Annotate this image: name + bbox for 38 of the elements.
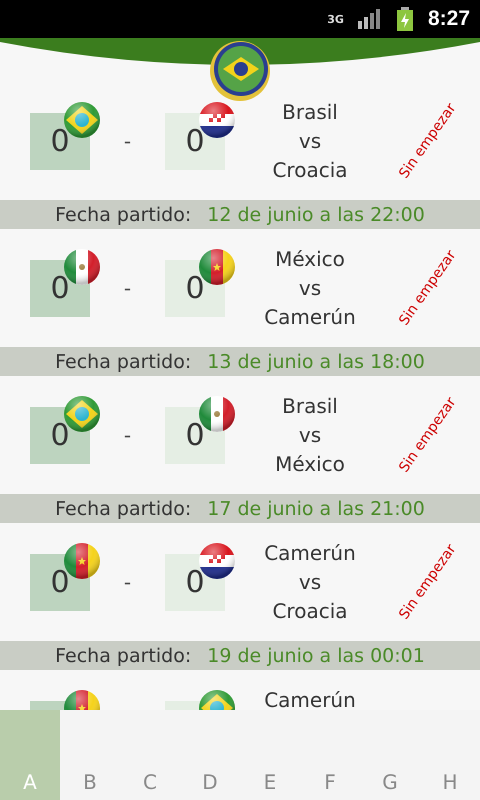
date-label: Fecha partido:: [55, 644, 192, 666]
score-separator: -: [122, 570, 132, 594]
battery-charging-icon: [396, 7, 414, 31]
score-separator: -: [122, 129, 132, 153]
group-tab[interactable]: F: [300, 710, 360, 800]
team-name: vs: [298, 568, 322, 596]
group-tab[interactable]: C: [120, 710, 180, 800]
group-tab[interactable]: G: [360, 710, 420, 800]
team-name: Camerún: [264, 686, 356, 710]
team-name: vs: [298, 274, 322, 302]
network-type: 3G: [327, 14, 344, 24]
team-name: Brasil: [282, 392, 338, 420]
team-name: vs: [298, 422, 322, 448]
match-date: 19 de junio a las 00:01: [207, 644, 425, 666]
team-name: Croacia: [272, 598, 348, 624]
team-name: Camerún: [264, 540, 356, 566]
group-tab[interactable]: D: [180, 710, 240, 800]
group-tab[interactable]: A: [0, 710, 60, 800]
signal-icon: [358, 9, 382, 29]
date-label: Fecha partido:: [55, 498, 192, 520]
team-name: México: [275, 246, 345, 272]
date-label: Fecha partido:: [55, 204, 192, 226]
match-date: 13 de junio a las 18:00: [207, 350, 425, 372]
date-label: Fecha partido:: [55, 350, 192, 372]
group-tab[interactable]: B: [60, 710, 120, 800]
team-name: Camerún: [264, 304, 356, 330]
score-separator: -: [122, 276, 132, 300]
match-date: 17 de junio a las 21:00: [207, 498, 425, 520]
group-tab[interactable]: E: [240, 710, 300, 800]
match-date: 12 de junio a las 22:00: [207, 204, 425, 226]
team-name: Brasil: [282, 98, 338, 126]
clock-time: 8:27: [428, 7, 470, 31]
group-tab[interactable]: H: [420, 710, 480, 800]
team-name: Croacia: [272, 156, 348, 184]
team-name: vs: [298, 128, 322, 154]
score-separator: -: [122, 423, 132, 447]
team-name: México: [275, 450, 345, 478]
ball-logo: [209, 40, 271, 102]
